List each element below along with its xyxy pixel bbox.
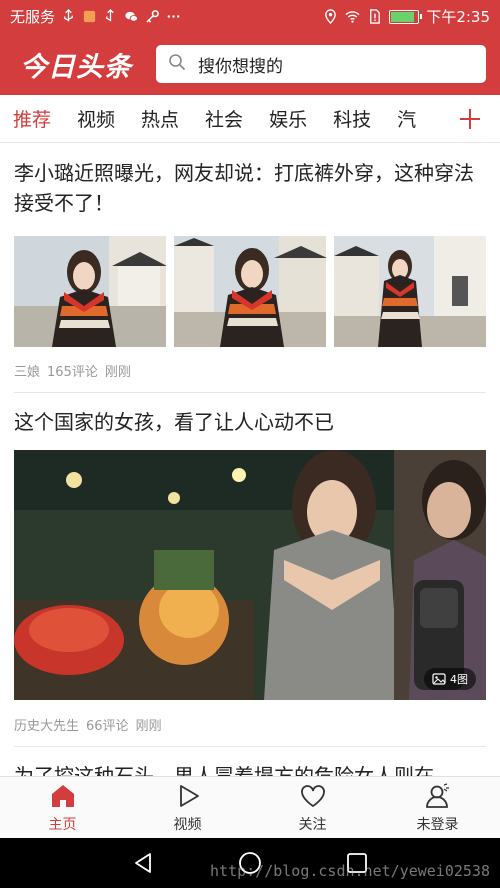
user-icon	[425, 782, 449, 808]
article-comments: 165评论	[47, 364, 98, 380]
article-source[interactable]: 历史大先生	[14, 715, 79, 734]
location-icon	[323, 9, 338, 24]
more-icon	[166, 9, 181, 24]
clock: 下午2:35	[426, 8, 490, 26]
plus-icon	[460, 108, 480, 129]
article-title[interactable]: 李小璐近照曝光，网友却说：打底裤外穿，这种穿法接受不了！	[14, 144, 486, 218]
article-thumbnail[interactable]	[174, 236, 326, 347]
article-meta: 三娘 165评论 刚刚	[14, 360, 486, 380]
search-box[interactable]: 搜你想搜的	[156, 45, 486, 83]
watermark-url: http://blog.csdn.net/yewei02538	[210, 862, 490, 880]
battery-icon	[389, 9, 423, 24]
heart-icon	[300, 784, 325, 807]
back-icon[interactable]	[130, 850, 156, 876]
wifi-icon	[345, 9, 360, 24]
list-item[interactable]: 为了挖这种石头，男人冒着塌方的危险女人则在	[0, 747, 500, 776]
tab-video-label: 视频	[173, 816, 202, 833]
system-nav-bar: http://blog.csdn.net/yewei02538	[0, 838, 500, 888]
tab-society[interactable]: 社会	[192, 105, 256, 132]
article-thumbnail[interactable]	[334, 236, 486, 347]
image-count-label: 4图	[450, 673, 468, 686]
gallery-icon	[432, 673, 446, 685]
tab-hot[interactable]: 热点	[128, 105, 192, 132]
tab-profile[interactable]: 未登录	[375, 777, 500, 838]
channel-tabs: 推荐 视频 热点 社会 娱乐 科技 汽	[0, 95, 500, 143]
status-bar: 无服务 下午2:35	[0, 0, 500, 33]
usb-icon	[61, 9, 76, 24]
article-meta: 历史大先生 66评论 刚刚	[14, 714, 486, 734]
tab-profile-label: 未登录	[416, 816, 459, 833]
article-title[interactable]: 为了挖这种石头，男人冒着塌方的危险女人则在	[14, 747, 486, 776]
tab-auto[interactable]: 汽	[384, 105, 429, 132]
key-icon	[145, 9, 160, 24]
search-icon	[168, 53, 186, 76]
news-feed: 李小璐近照曝光，网友却说：打底裤外穿，这种穿法接受不了！ 三娘 165评论 刚刚…	[0, 144, 500, 776]
tab-follow[interactable]: 关注	[250, 777, 375, 838]
list-item[interactable]: 李小璐近照曝光，网友却说：打底裤外穿，这种穿法接受不了！ 三娘 165评论 刚刚	[0, 144, 500, 380]
carrier-label: 无服务	[10, 8, 56, 26]
tab-entertainment[interactable]: 娱乐	[256, 105, 320, 132]
tab-recommend[interactable]: 推荐	[0, 105, 64, 132]
notification-app-icon	[82, 9, 97, 24]
home-icon	[51, 784, 74, 807]
play-icon	[179, 784, 199, 807]
app-header: 今日头条 搜你想搜的	[0, 33, 500, 95]
bottom-tab-bar: 主页 视频 关注 未登录	[0, 776, 500, 838]
wechat-icon	[124, 9, 139, 24]
article-time: 刚刚	[104, 364, 131, 380]
article-comments: 66评论	[86, 718, 129, 734]
tab-home[interactable]: 主页	[0, 777, 125, 838]
tab-video[interactable]: 视频	[64, 105, 128, 132]
add-channel-button[interactable]	[440, 95, 500, 142]
tab-follow-label: 关注	[298, 816, 327, 833]
app-logo: 今日头条	[20, 51, 132, 83]
tab-tech[interactable]: 科技	[320, 105, 384, 132]
article-title[interactable]: 这个国家的女孩，看了让人心动不已	[14, 393, 486, 437]
search-placeholder: 搜你想搜的	[198, 56, 283, 77]
tab-video-nav[interactable]: 视频	[125, 777, 250, 838]
article-thumbnail[interactable]	[14, 236, 166, 347]
list-item[interactable]: 这个国家的女孩，看了让人心动不已 4图 历史大先生 66评论 刚刚	[0, 393, 500, 734]
image-count-badge: 4图	[424, 668, 476, 690]
sim-alert-icon	[367, 9, 382, 24]
usb-icon	[103, 9, 118, 24]
article-source[interactable]: 三娘	[14, 361, 40, 380]
article-cover-image[interactable]: 4图	[14, 450, 486, 700]
tab-home-label: 主页	[48, 816, 77, 833]
article-time: 刚刚	[135, 718, 162, 734]
